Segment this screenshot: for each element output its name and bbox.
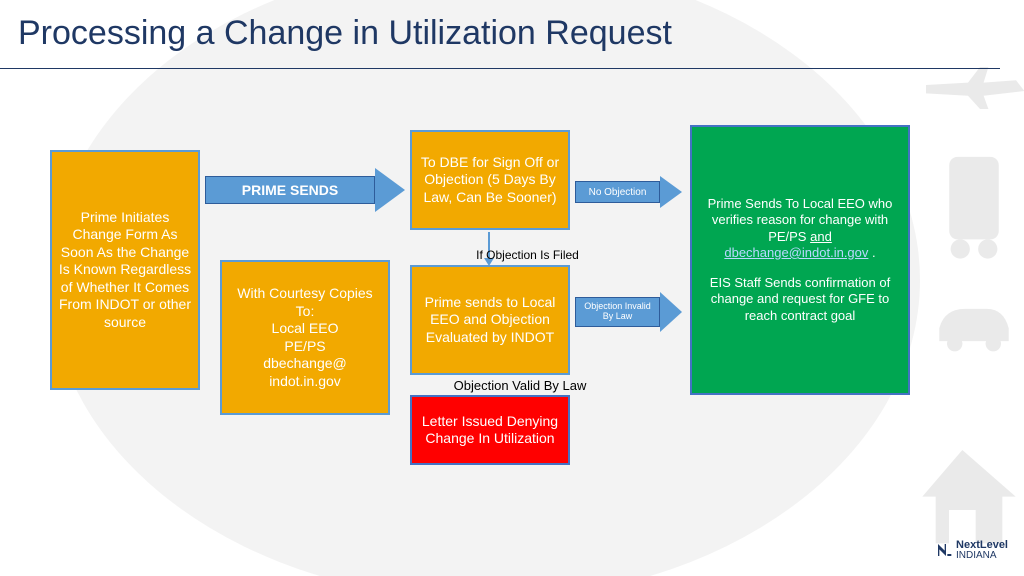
- box-final: Prime Sends To Local EEO who verifies re…: [690, 125, 910, 395]
- label-objection-valid: Objection Valid By Law: [420, 378, 620, 393]
- email-link[interactable]: dbechange@indot.in.gov: [724, 245, 868, 260]
- final-text-2: EIS Staff Sends confirmation of change a…: [706, 275, 894, 324]
- box-courtesy: With Courtesy Copies To: Local EEO PE/PS…: [220, 260, 390, 415]
- flow-diagram: Prime Initiates Change Form As Soon As t…: [50, 120, 970, 500]
- arrow-no-objection: No Objection: [575, 176, 685, 208]
- logo-icon: [936, 542, 952, 558]
- arrow-prime-sends: PRIME SENDS: [205, 168, 405, 212]
- final-text-1: Prime Sends To Local EEO who verifies re…: [706, 196, 894, 261]
- page-title: Processing a Change in Utilization Reque…: [18, 14, 672, 53]
- box-initiate: Prime Initiates Change Form As Soon As t…: [50, 150, 200, 390]
- box-denied: Letter Issued Denying Change In Utilizat…: [410, 395, 570, 465]
- box-dbe: To DBE for Sign Off or Objection (5 Days…: [410, 130, 570, 230]
- logo-name: NextLevel: [956, 540, 1008, 550]
- label-if-objection: If Objection Is Filed: [450, 248, 605, 262]
- logo-nextlevel: NextLevel INDIANA: [936, 540, 1008, 560]
- title-rule: [0, 68, 1000, 69]
- box-eeo-eval: Prime sends to Local EEO and Objection E…: [410, 265, 570, 375]
- arrow-objection-invalid: Objection Invalid By Law: [575, 292, 685, 332]
- logo-sub: INDIANA: [956, 551, 1008, 561]
